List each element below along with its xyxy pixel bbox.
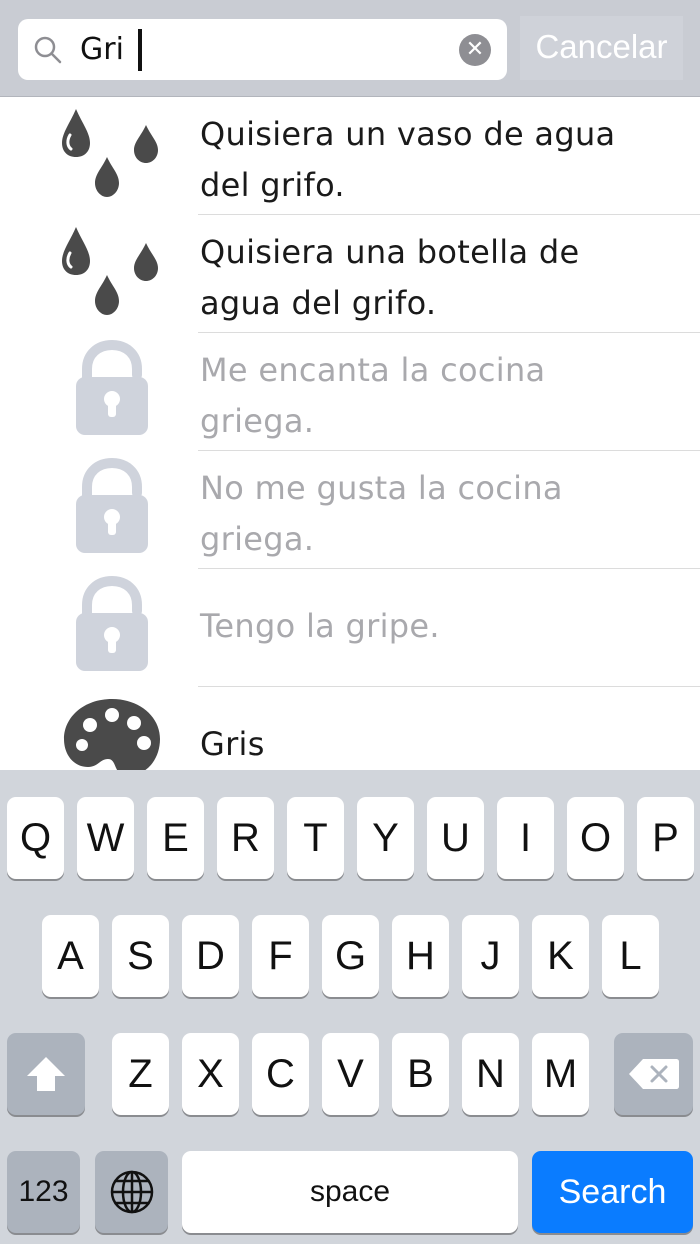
text-caret	[138, 29, 142, 71]
key-k[interactable]: K	[532, 915, 589, 997]
key-p[interactable]: P	[637, 797, 694, 879]
key-g[interactable]: G	[322, 915, 379, 997]
search-icon	[34, 36, 62, 64]
water-drops-icon	[62, 109, 158, 197]
numbers-key[interactable]: 123	[7, 1151, 80, 1233]
search-key[interactable]: Search	[532, 1151, 693, 1233]
shift-key[interactable]	[7, 1033, 85, 1115]
lock-icon	[76, 457, 148, 553]
search-input[interactable]	[80, 27, 460, 71]
list-item[interactable]: Quisiera un vaso de agua del grifo.	[0, 97, 700, 215]
key-u[interactable]: U	[427, 797, 484, 879]
keyboard: Q W E R T Y U I O P A S D F G H J K L Z …	[0, 770, 700, 1244]
result-text: Gris	[200, 725, 265, 763]
delete-key[interactable]	[614, 1033, 693, 1115]
search-bar: ✕ Cancelar	[0, 0, 700, 97]
list-item[interactable]: No me gusta la cocina griega.	[0, 451, 700, 569]
key-q[interactable]: Q	[7, 797, 64, 879]
key-i[interactable]: I	[497, 797, 554, 879]
shift-arrow-icon	[27, 1057, 65, 1091]
key-m[interactable]: M	[532, 1033, 589, 1115]
key-h[interactable]: H	[392, 915, 449, 997]
key-c[interactable]: C	[252, 1033, 309, 1115]
key-o[interactable]: O	[567, 797, 624, 879]
clear-icon: ✕	[465, 37, 485, 62]
key-a[interactable]: A	[42, 915, 99, 997]
water-drops-icon	[62, 227, 158, 315]
result-text: Me encanta la cocina griega.	[200, 351, 546, 440]
key-r[interactable]: R	[217, 797, 274, 879]
lock-icon	[76, 339, 148, 435]
result-text: Tengo la gripe.	[200, 607, 440, 645]
backspace-icon	[628, 1059, 679, 1089]
cancel-button[interactable]: Cancelar	[520, 16, 683, 80]
key-v[interactable]: V	[322, 1033, 379, 1115]
result-text: Quisiera una botella de agua del grifo.	[200, 233, 580, 322]
search-field[interactable]: ✕	[18, 19, 507, 80]
key-b[interactable]: B	[392, 1033, 449, 1115]
result-text: Quisiera un vaso de agua del grifo.	[200, 115, 616, 204]
lock-icon	[76, 575, 148, 671]
clear-search-button[interactable]: ✕	[459, 34, 491, 66]
result-text: No me gusta la cocina griega.	[200, 469, 563, 558]
key-n[interactable]: N	[462, 1033, 519, 1115]
list-item[interactable]: Me encanta la cocina griega.	[0, 333, 700, 451]
key-d[interactable]: D	[182, 915, 239, 997]
list-item[interactable]: Tengo la gripe.	[0, 569, 700, 687]
key-t[interactable]: T	[287, 797, 344, 879]
globe-icon	[110, 1170, 153, 1214]
key-e[interactable]: E	[147, 797, 204, 879]
space-key[interactable]: space	[182, 1151, 518, 1233]
key-y[interactable]: Y	[357, 797, 414, 879]
list-item[interactable]: Quisiera una botella de agua del grifo.	[0, 215, 700, 333]
key-f[interactable]: F	[252, 915, 309, 997]
key-j[interactable]: J	[462, 915, 519, 997]
key-w[interactable]: W	[77, 797, 134, 879]
results-list: Quisiera un vaso de agua del grifo. Quis…	[0, 97, 700, 805]
globe-key[interactable]	[95, 1151, 168, 1233]
key-s[interactable]: S	[112, 915, 169, 997]
key-x[interactable]: X	[182, 1033, 239, 1115]
key-l[interactable]: L	[602, 915, 659, 997]
key-z[interactable]: Z	[112, 1033, 169, 1115]
